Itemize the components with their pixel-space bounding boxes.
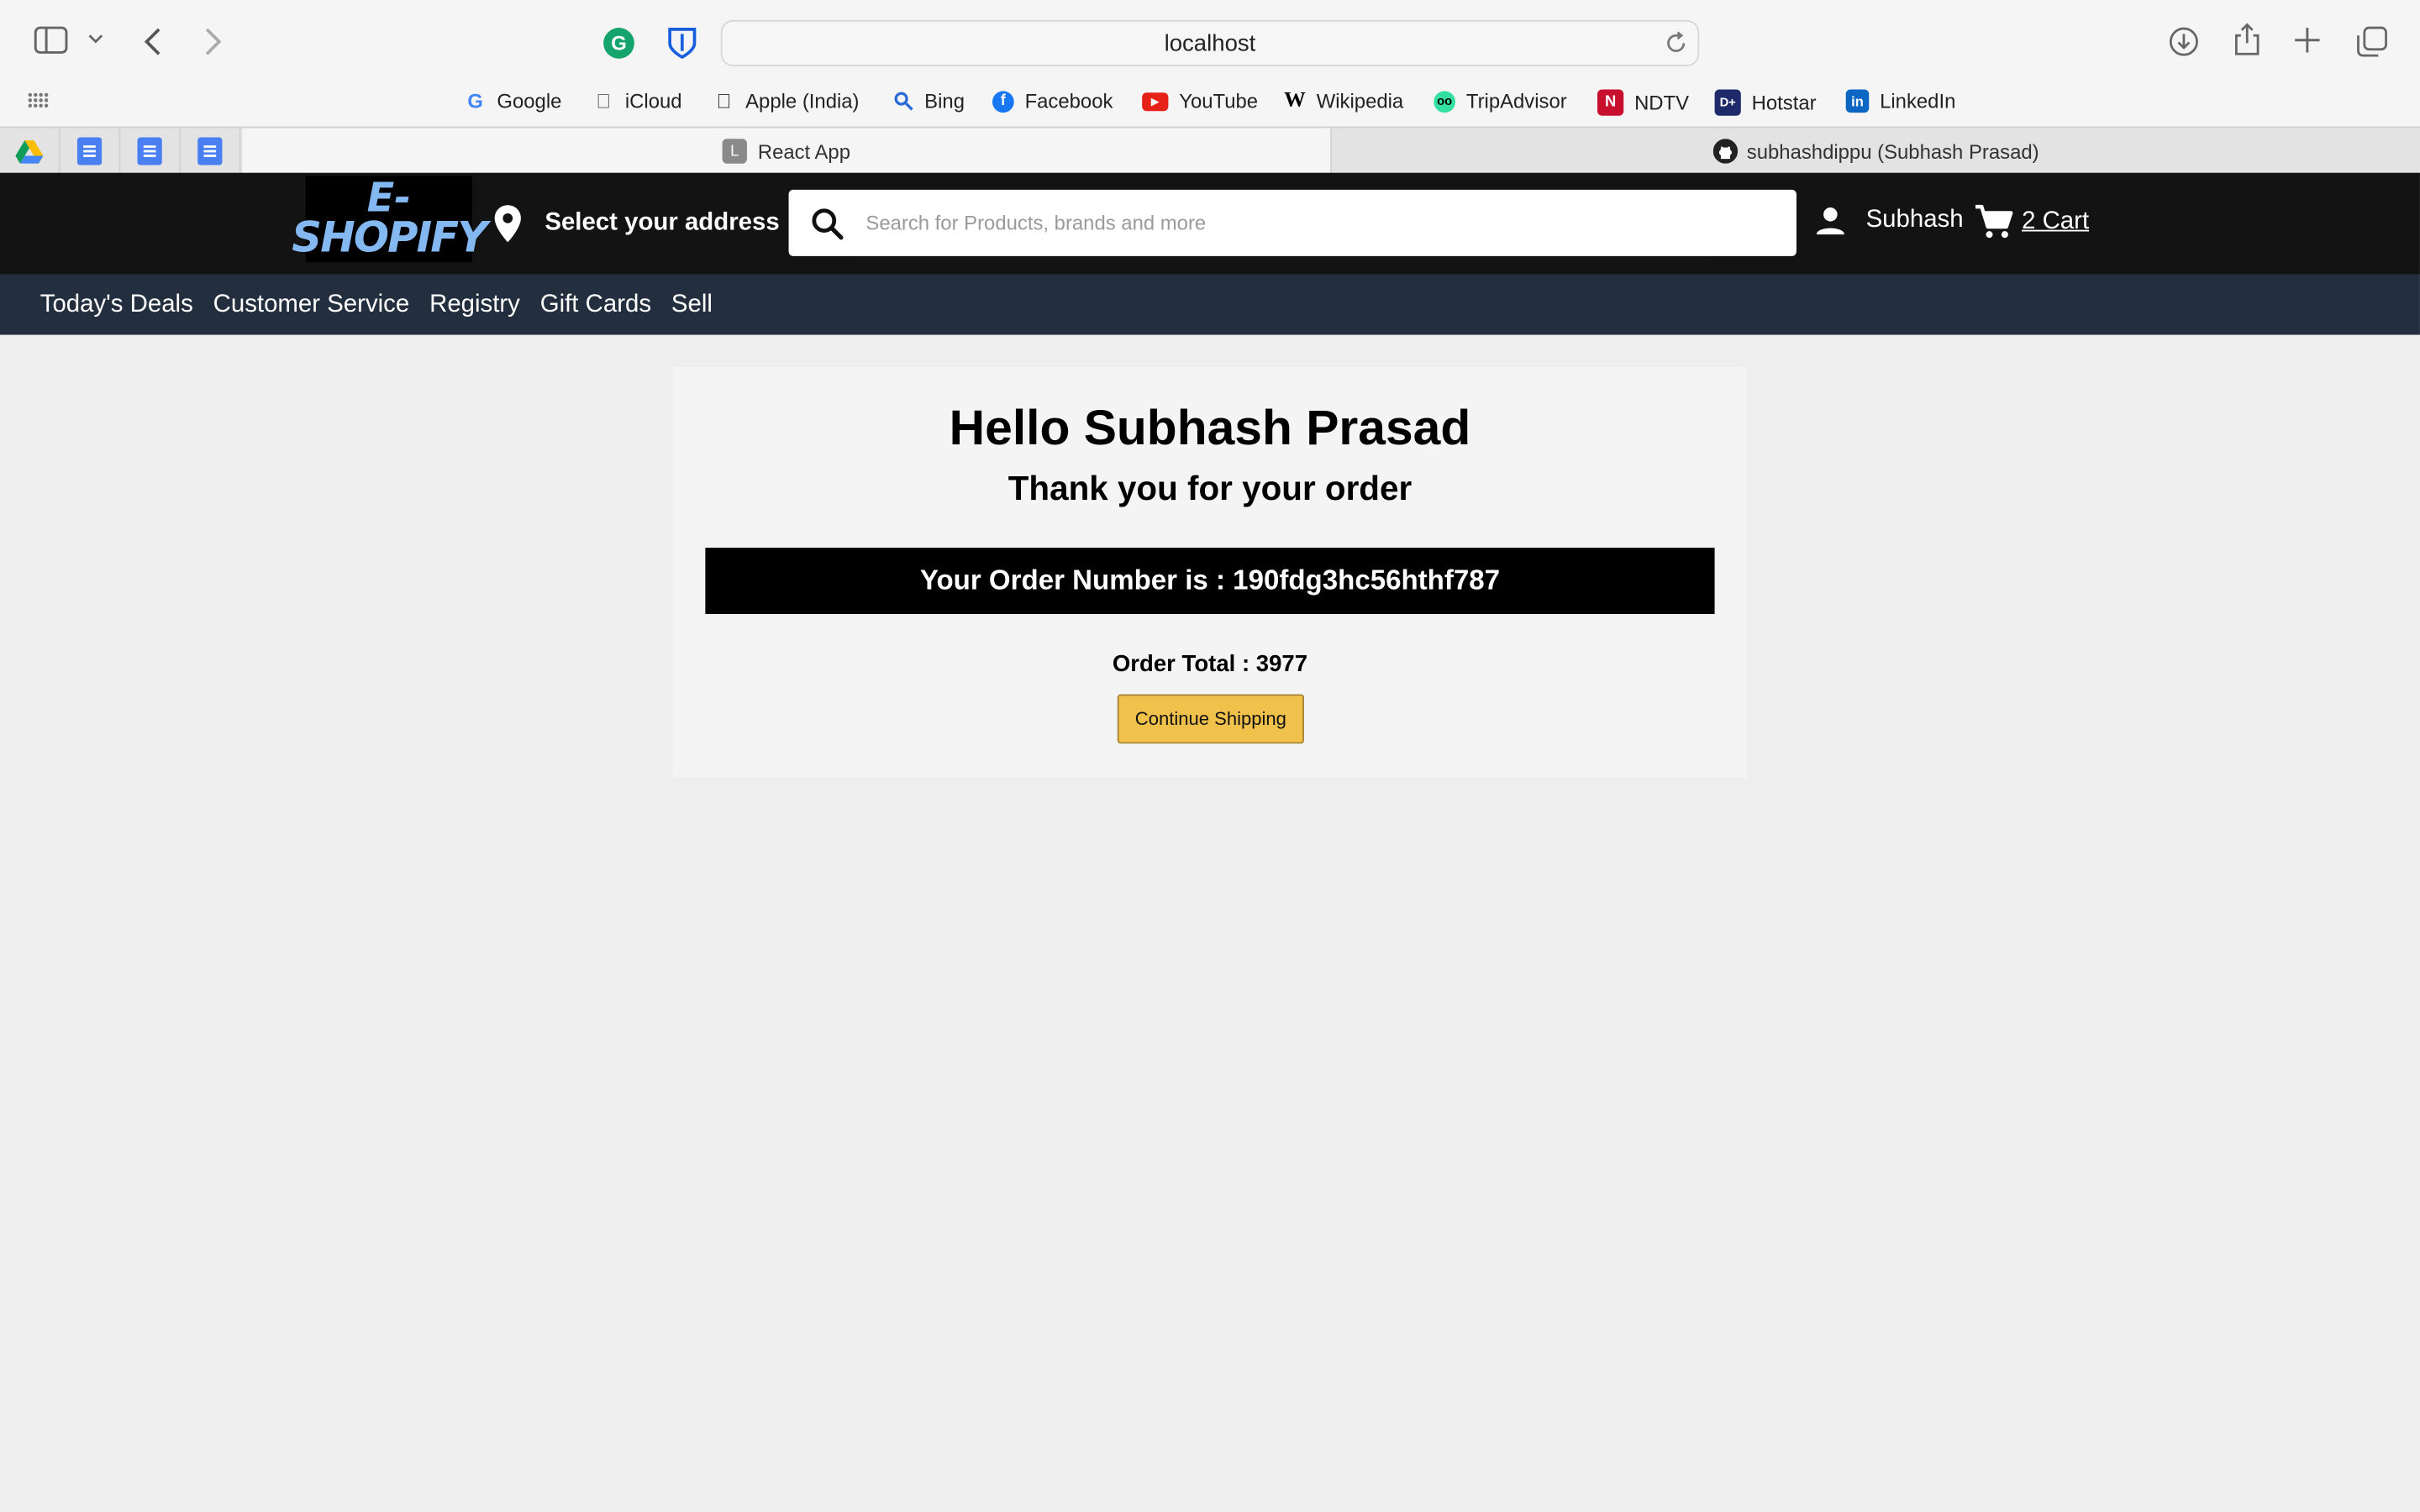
browser-toolbar: G localhost bbox=[0, 0, 2420, 81]
thank-you-heading: Thank you for your order bbox=[1007, 469, 1413, 508]
forward-icon[interactable] bbox=[203, 26, 224, 57]
favorite-facebook[interactable]: f Facebook bbox=[992, 90, 1113, 113]
user-icon bbox=[1816, 207, 1844, 235]
facebook-icon: f bbox=[992, 90, 1014, 113]
share-icon[interactable] bbox=[2233, 23, 2261, 57]
favorite-linkedin[interactable]: in LinkedIn bbox=[1845, 89, 1955, 113]
favorite-wikipedia[interactable]: W Wikipedia bbox=[1284, 88, 1403, 113]
wikipedia-icon: W bbox=[1284, 88, 1306, 113]
tripadvisor-icon: oo bbox=[1434, 90, 1456, 113]
google-docs-icon bbox=[197, 137, 223, 165]
search-icon bbox=[892, 90, 914, 112]
search-input[interactable] bbox=[865, 189, 1797, 256]
sidebar-toggle-icon[interactable] bbox=[34, 26, 68, 54]
back-icon[interactable] bbox=[142, 26, 164, 57]
favorite-hotstar[interactable]: D+ Hotstar bbox=[1714, 89, 1817, 116]
tab-overview-icon[interactable] bbox=[2357, 26, 2388, 57]
hotstar-icon: D+ bbox=[1714, 89, 1741, 116]
favorite-youtube[interactable]: ▶ YouTube bbox=[1142, 90, 1258, 113]
favorite-tripadvisor[interactable]: oo TripAdvisor bbox=[1434, 90, 1567, 113]
tab-react-app[interactable]: L React App bbox=[242, 128, 1333, 175]
react-app-favicon: L bbox=[722, 139, 747, 164]
new-tab-icon[interactable] bbox=[2293, 26, 2321, 54]
bitwarden-icon[interactable] bbox=[666, 26, 699, 60]
grammarly-icon[interactable]: G bbox=[602, 26, 635, 60]
nav-gift-cards[interactable]: Gift Cards bbox=[540, 291, 651, 318]
apple-icon:  bbox=[713, 90, 735, 113]
favorite-apple-india[interactable]:  Apple (India) bbox=[713, 90, 859, 113]
sub-navigation: Today's Deals Customer Service Registry … bbox=[0, 274, 2420, 335]
pinned-tab-drive[interactable] bbox=[0, 128, 60, 175]
nav-todays-deals[interactable]: Today's Deals bbox=[40, 291, 193, 318]
favorite-google[interactable]: G Google bbox=[465, 89, 561, 113]
continue-shipping-button[interactable]: Continue Shipping bbox=[1117, 694, 1305, 744]
cart-icon bbox=[1975, 204, 2013, 239]
pinned-tab-docs-3[interactable] bbox=[181, 128, 241, 175]
tab-bar: L React App subhashdippu (Subhash Prasad… bbox=[0, 126, 2420, 175]
select-address[interactable]: Select your address bbox=[492, 203, 780, 244]
nav-sell[interactable]: Sell bbox=[671, 291, 713, 318]
favorite-icloud[interactable]:  iCloud bbox=[592, 90, 681, 113]
order-confirmation-card: Hello Subhash Prasad Thank you for your … bbox=[672, 367, 1748, 778]
google-docs-icon bbox=[137, 137, 162, 165]
search-icon[interactable] bbox=[789, 206, 866, 239]
favorites-bar: G Google  iCloud  Apple (India) Bing f… bbox=[0, 80, 2420, 127]
favorite-ndtv[interactable]: N NDTV bbox=[1597, 89, 1689, 116]
favorite-bing[interactable]: Bing bbox=[892, 90, 965, 113]
address-bar[interactable]: localhost bbox=[720, 19, 1700, 66]
google-drive-icon bbox=[15, 140, 44, 164]
linkedin-icon: in bbox=[1845, 89, 1870, 113]
download-icon[interactable] bbox=[2169, 26, 2200, 57]
ndtv-icon: N bbox=[1597, 89, 1624, 116]
search-bar[interactable] bbox=[788, 189, 1797, 256]
logo[interactable]: E- SHOPIFY bbox=[292, 176, 487, 263]
youtube-icon: ▶ bbox=[1142, 92, 1169, 111]
nav-customer-service[interactable]: Customer Service bbox=[213, 291, 410, 318]
pinned-tab-docs-2[interactable] bbox=[120, 128, 181, 175]
site-header: E- SHOPIFY Select your address Subhash 2… bbox=[0, 172, 2420, 275]
tab-github[interactable]: subhashdippu (Subhash Prasad) bbox=[1332, 128, 2420, 174]
cart-link[interactable]: 2 Cart bbox=[1974, 203, 2089, 240]
google-icon: G bbox=[467, 89, 484, 113]
chevron-down-icon[interactable] bbox=[88, 33, 103, 45]
svg-text:G: G bbox=[611, 33, 627, 55]
location-pin-icon bbox=[494, 205, 521, 243]
order-total: Order Total : 3977 bbox=[1112, 651, 1308, 678]
github-icon bbox=[1712, 139, 1738, 164]
pinned-tab-docs-1[interactable] bbox=[60, 128, 121, 175]
order-number-text: Your Order Number is : 190fdg3hc56hthf78… bbox=[919, 564, 1501, 596]
apple-icon:  bbox=[592, 90, 614, 113]
nav-registry[interactable]: Registry bbox=[429, 291, 520, 318]
url-text: localhost bbox=[1164, 29, 1256, 57]
greeting-heading: Hello Subhash Prasad bbox=[949, 399, 1471, 455]
order-number-banner: Your Order Number is : 190fdg3hc56hthf78… bbox=[705, 548, 1715, 615]
grid-icon[interactable] bbox=[28, 92, 50, 108]
user-account[interactable]: Subhash bbox=[1813, 203, 1964, 237]
reload-icon[interactable] bbox=[1664, 31, 1688, 62]
google-docs-icon bbox=[76, 137, 103, 165]
